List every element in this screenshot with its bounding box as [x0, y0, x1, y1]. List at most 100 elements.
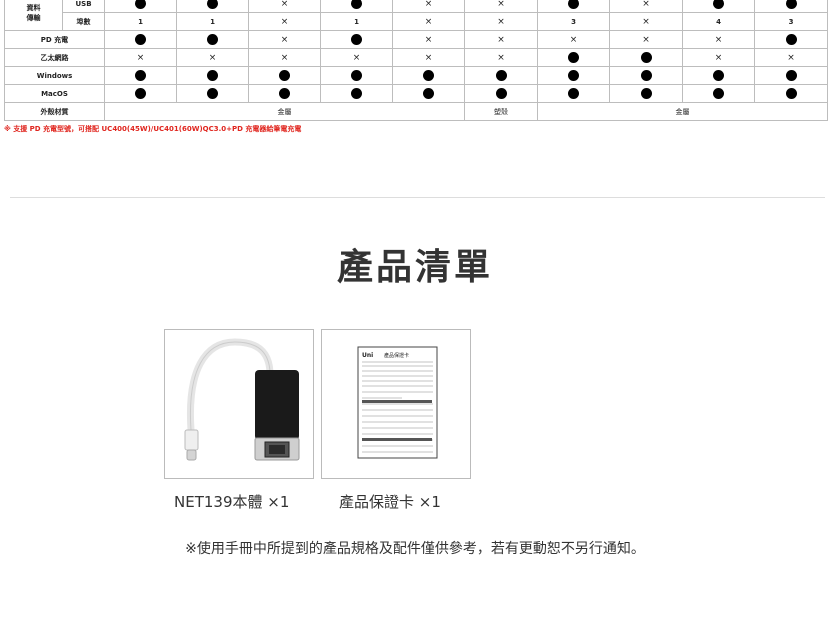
- supported-dot-icon: [351, 0, 362, 9]
- not-supported-x-icon: ×: [424, 52, 433, 63]
- spec-cell: ×: [248, 0, 321, 13]
- spec-group-label: 資料 傳輸: [4, 0, 63, 31]
- spec-cell: [754, 30, 828, 49]
- not-supported-x-icon: ×: [352, 52, 361, 63]
- spec-cell: ×: [537, 30, 610, 49]
- port-count: 1: [138, 17, 143, 26]
- spec-cell: ×: [754, 48, 828, 67]
- spec-row: 乙太網路 × × × × × × × ×: [4, 48, 828, 67]
- not-supported-x-icon: ×: [714, 52, 723, 63]
- supported-dot-icon: [495, 88, 507, 99]
- spec-row-label: MacOS: [4, 84, 105, 103]
- port-count: 1: [354, 17, 359, 26]
- supported-dot-icon: [207, 88, 218, 99]
- spec-row-label: USB: [62, 0, 105, 13]
- spec-cell: ×: [464, 30, 538, 49]
- section-divider: [10, 197, 825, 198]
- spec-cell: [176, 30, 249, 49]
- not-supported-x-icon: ×: [280, 52, 289, 63]
- disclaimer: ※使用手冊中所提到的產品規格及配件僅供參考，若有更動恕不另行通知。: [185, 541, 645, 557]
- supported-dot-icon: [640, 88, 652, 99]
- spec-row: MacOS: [4, 84, 828, 103]
- pd-note: ※ 支援 PD 充電型號，可搭配 UC400(45W)/UC401(60W)QC…: [4, 125, 302, 133]
- spec-cell: ×: [609, 12, 683, 31]
- spec-cell: [320, 66, 393, 85]
- spec-cell: ×: [392, 12, 465, 31]
- spec-cell: [609, 66, 683, 85]
- spec-cell: [176, 66, 249, 85]
- not-supported-x-icon: ×: [787, 52, 795, 63]
- supported-dot-icon: [568, 70, 579, 81]
- supported-dot-icon: [640, 70, 652, 81]
- not-supported-x-icon: ×: [280, 16, 289, 27]
- spec-cell: ×: [392, 0, 465, 13]
- supported-dot-icon: [423, 88, 434, 99]
- supported-dot-icon: [135, 88, 146, 99]
- spec-cell: [682, 84, 755, 103]
- supported-dot-icon: [423, 70, 434, 81]
- spec-cell: ×: [392, 48, 465, 67]
- spec-cell: [392, 84, 465, 103]
- supported-dot-icon: [568, 88, 579, 99]
- spec-cell: [754, 66, 828, 85]
- spec-cell: [609, 48, 683, 67]
- spec-row: 資料 傳輸 USB × × × ×: [4, 0, 828, 31]
- spec-cell: [609, 84, 683, 103]
- usb-c-adapter-image: [184, 338, 300, 461]
- warranty-card-image: Uni 產品保證卡: [357, 346, 438, 459]
- spec-row-label: 埠數: [62, 12, 105, 31]
- spec-cell: ×: [682, 48, 755, 67]
- not-supported-x-icon: ×: [424, 0, 433, 9]
- spec-cell: [320, 84, 393, 103]
- supported-dot-icon: [351, 70, 362, 81]
- port-count: 3: [788, 17, 794, 26]
- not-supported-x-icon: ×: [136, 52, 145, 63]
- warranty-card-brand: Uni: [362, 352, 373, 359]
- supported-dot-icon: [279, 88, 290, 99]
- spec-cell: ×: [176, 48, 249, 67]
- not-supported-x-icon: ×: [280, 0, 289, 9]
- spec-cell: [464, 84, 538, 103]
- spec-cell: [248, 66, 321, 85]
- not-supported-x-icon: ×: [208, 52, 217, 63]
- spec-cell: ×: [248, 12, 321, 31]
- not-supported-x-icon: ×: [497, 16, 505, 27]
- supported-dot-icon: [135, 70, 146, 81]
- spec-cell: [104, 84, 177, 103]
- not-supported-x-icon: ×: [642, 34, 650, 45]
- spec-cell: 3: [754, 12, 828, 31]
- spec-cell: ×: [682, 30, 755, 49]
- material-plastic: 塑殼: [464, 102, 538, 121]
- spec-cell: ×: [464, 48, 538, 67]
- section-title: 產品清單: [336, 247, 493, 288]
- spec-row-label: 乙太網路: [4, 48, 105, 67]
- spec-cell: [754, 0, 828, 13]
- spec-row-label: PD 充電: [4, 30, 105, 49]
- material-metal: 金屬: [537, 102, 828, 121]
- spec-cell: ×: [609, 0, 683, 13]
- warranty-card-image-card: Uni 產品保證卡: [321, 329, 471, 479]
- spec-cell: [537, 84, 610, 103]
- item-caption-warranty: 產品保證卡 ×1: [339, 493, 441, 511]
- supported-dot-icon: [785, 0, 797, 9]
- spec-row-material: 外殼材質 金屬 塑殼 金屬: [4, 102, 828, 121]
- spec-cell: [104, 30, 177, 49]
- supported-dot-icon: [568, 52, 579, 63]
- spec-table: 資料 傳輸 USB × × × × 埠數 1 1 × 1 × × 3 × 4 3 PD 充電 × × × × × × 乙太網路 ×…: [4, 0, 828, 121]
- not-supported-x-icon: ×: [497, 0, 505, 9]
- spec-cell: [320, 0, 393, 13]
- port-count: 3: [571, 17, 576, 26]
- spec-cell: ×: [609, 30, 683, 49]
- spec-cell: [104, 66, 177, 85]
- port-count: 1: [210, 17, 215, 26]
- supported-dot-icon: [713, 0, 724, 9]
- not-supported-x-icon: ×: [424, 34, 433, 45]
- not-supported-x-icon: ×: [642, 16, 650, 27]
- spec-cell: [537, 0, 610, 13]
- not-supported-x-icon: ×: [497, 52, 505, 63]
- spec-cell: 1: [176, 12, 249, 31]
- spec-cell: ×: [248, 30, 321, 49]
- spec-row: Windows: [4, 66, 828, 85]
- spec-cell: [537, 66, 610, 85]
- spec-cell: 3: [537, 12, 610, 31]
